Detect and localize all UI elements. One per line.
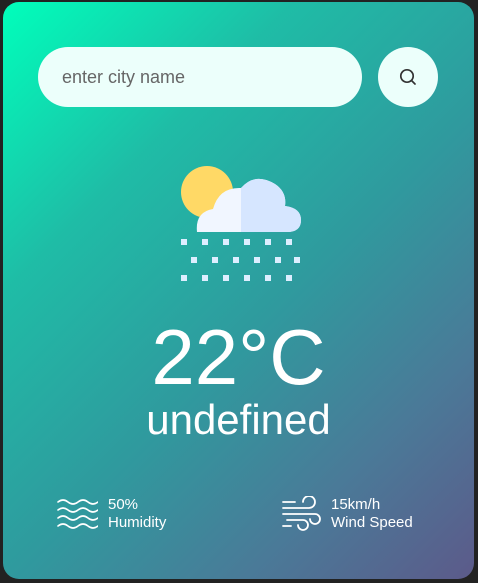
humidity-waves-icon: [57, 499, 98, 529]
humidity-detail: 50% Humidity: [56, 496, 166, 532]
search-button[interactable]: [378, 47, 438, 107]
wind-icon: [282, 496, 321, 531]
temperature: 22°C: [151, 313, 326, 401]
wind-detail: 15km/h Wind Speed: [281, 496, 413, 532]
weather-card: 22°C undefined 50% Humidity: [3, 2, 474, 579]
city-search-input[interactable]: [38, 47, 362, 107]
snow-cloud-sun-icon: [181, 166, 301, 281]
wind-value: 15km/h: [331, 496, 381, 513]
humidity-value: 50%: [108, 496, 139, 513]
search-icon: [399, 68, 416, 85]
wind-label: Wind Speed: [331, 514, 413, 531]
city-name: undefined: [146, 396, 331, 443]
humidity-label: Humidity: [108, 514, 167, 531]
